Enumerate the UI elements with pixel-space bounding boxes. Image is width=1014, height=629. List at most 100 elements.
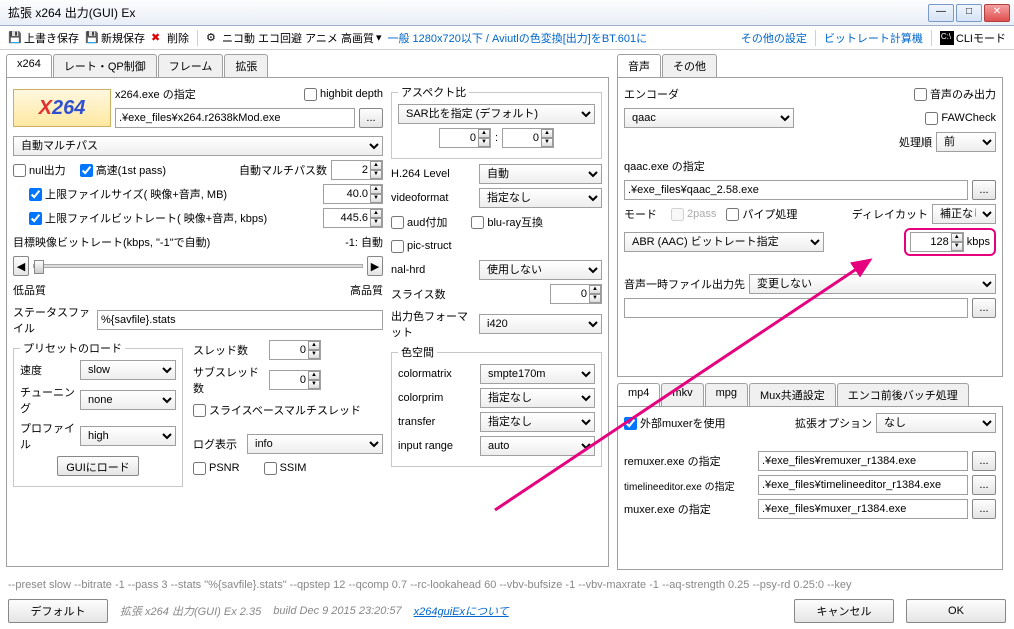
tab-frame[interactable]: フレーム [158, 54, 224, 77]
limit-bitrate-checkbox[interactable]: 上限ファイルビットレート( 映像+音声, kbps) [29, 210, 267, 226]
slider-right-button[interactable]: ▶ [367, 256, 383, 276]
other-settings-link[interactable]: その他の設定 [741, 30, 807, 46]
tab-audio[interactable]: 音声 [617, 54, 661, 77]
ext-muxer-checkbox[interactable]: 外部muxerを使用 [624, 415, 726, 431]
output-color-label: 出力色フォーマット [391, 308, 475, 340]
ok-button[interactable]: OK [906, 599, 1006, 623]
muxer-browse[interactable]: ... [972, 499, 996, 519]
speed-select[interactable]: slow [80, 360, 176, 380]
x264-exe-browse[interactable]: ... [359, 108, 383, 128]
remuxer-browse[interactable]: ... [972, 451, 996, 471]
maximize-button[interactable]: □ [956, 4, 982, 22]
muxer-path[interactable] [758, 499, 968, 519]
colorspace-group-label: 色空間 [398, 344, 437, 360]
x264-exe-path[interactable] [115, 108, 355, 128]
transfer-label: transfer [398, 416, 476, 428]
bitrate-calc-link[interactable]: ビットレート計算機 [824, 30, 923, 46]
h264-level-select[interactable]: 自動 [479, 164, 602, 184]
colormatrix-select[interactable]: smpte170m [480, 364, 595, 384]
nalhrd-select[interactable]: 使用しない [479, 260, 602, 280]
profile-label: プロファイル [20, 420, 76, 452]
bluray-checkbox[interactable]: blu-ray互換 [471, 214, 543, 230]
stats-file-input[interactable] [97, 310, 383, 330]
spin-down-icon[interactable]: ▼ [370, 170, 382, 179]
log-select[interactable]: info [247, 434, 383, 454]
tab-rate-qp[interactable]: レート・QP制御 [53, 54, 157, 77]
aspect-mode-select[interactable]: SAR比を指定 (デフォルト) [398, 104, 595, 124]
cli-mode-button[interactable]: C:\CLIモード [940, 30, 1006, 46]
save-new-button[interactable]: 💾新規保存 [85, 30, 145, 46]
limit-filesize-checkbox[interactable]: 上限ファイルサイズ( 映像+音声, MB) [29, 186, 227, 202]
audio-mode-select[interactable]: ABR (AAC) ビットレート指定 [624, 232, 824, 252]
titlebar: 拡張 x264 出力(GUI) Ex — □ ✕ [0, 0, 1014, 26]
tleditor-path[interactable] [758, 475, 968, 495]
ext-opt-select[interactable]: なし [876, 413, 996, 433]
delay-select[interactable]: 補正なし [932, 204, 996, 224]
tab-mkv[interactable]: mkv [661, 383, 703, 406]
order-select[interactable]: 前 [936, 132, 996, 152]
profile-select[interactable]: high [80, 426, 176, 446]
default-button[interactable]: デフォルト [8, 599, 108, 623]
stats-file-label: ステータスファイル [13, 304, 93, 336]
tuning-select[interactable]: none [80, 390, 176, 410]
input-range-label: input range [398, 440, 476, 452]
encoder-select[interactable]: qaac [624, 108, 794, 128]
multipass-num-label: 自動マルチパス数 [239, 162, 327, 178]
tab-x264[interactable]: x264 [6, 54, 52, 77]
psnr-checkbox[interactable]: PSNR [193, 462, 240, 475]
fast-1stpass-checkbox[interactable]: 高速(1st pass) [80, 162, 166, 178]
videoformat-label: videoformat [391, 192, 475, 204]
remuxer-label: remuxer.exe の指定 [624, 453, 754, 469]
tab-ext[interactable]: 拡張 [224, 54, 268, 77]
qaac-exe-browse[interactable]: ... [972, 180, 996, 200]
status-line: --preset slow --bitrate -1 --pass 3 --st… [8, 579, 1006, 591]
cancel-button[interactable]: キャンセル [794, 599, 894, 623]
tempfile-path[interactable] [624, 298, 968, 318]
remuxer-path[interactable] [758, 451, 968, 471]
pipe-checkbox[interactable]: パイプ処理 [726, 206, 797, 222]
tab-mpg[interactable]: mpg [705, 383, 748, 406]
twopass-checkbox[interactable]: 2pass [671, 208, 716, 221]
order-label: 処理順 [899, 134, 932, 150]
toolbar: 💾上書き保存 💾新規保存 ✖削除 ⚙ニコ動 エコ回避 アニメ 高画質▾ 一般 1… [0, 26, 1014, 50]
tab-batch[interactable]: エンコ前後バッチ処理 [837, 383, 969, 406]
highbit-checkbox[interactable]: highbit depth [304, 88, 383, 101]
picstruct-checkbox[interactable]: pic-struct [391, 240, 452, 253]
gui-load-button[interactable]: GUIにロード [57, 456, 139, 476]
transfer-select[interactable]: 指定なし [480, 412, 595, 432]
tab-mp4[interactable]: mp4 [617, 383, 660, 406]
spin-up-icon[interactable]: ▲ [370, 161, 382, 170]
nico-preset[interactable]: ⚙ニコ動 エコ回避 アニメ 高画質▾ [206, 30, 381, 46]
ssim-checkbox[interactable]: SSIM [264, 462, 307, 475]
multipass-select[interactable]: 自動マルチパス [13, 136, 383, 156]
mode-label: モード [624, 206, 657, 222]
close-button[interactable]: ✕ [984, 4, 1010, 22]
nul-out-checkbox[interactable]: nul出力 [13, 162, 66, 178]
slider-left-button[interactable]: ◀ [13, 256, 29, 276]
general-preset[interactable]: 一般 1280x720以下 / Aviutlの色変換[出力]をBT.601に [387, 30, 647, 46]
save-overwrite-button[interactable]: 💾上書き保存 [8, 30, 79, 46]
videoformat-select[interactable]: 指定なし [479, 188, 602, 208]
fawcheck-checkbox[interactable]: FAWCheck [925, 112, 996, 125]
quality-slider[interactable] [33, 264, 363, 268]
tempfile-browse[interactable]: ... [972, 298, 996, 318]
minimize-button[interactable]: — [928, 4, 954, 22]
qaac-exe-path[interactable] [624, 180, 968, 200]
threads-label: スレッド数 [193, 342, 265, 358]
tab-other[interactable]: その他 [662, 54, 717, 77]
output-color-select[interactable]: i420 [479, 314, 602, 334]
aud-checkbox[interactable]: aud付加 [391, 214, 447, 230]
audio-only-checkbox[interactable]: 音声のみ出力 [914, 86, 996, 102]
save-icon: 💾 [8, 31, 22, 45]
slice-mt-checkbox[interactable]: スライスベースマルチスレッド [193, 402, 361, 418]
build-text: build Dec 9 2015 23:20:57 [273, 605, 401, 617]
input-range-select[interactable]: auto [480, 436, 595, 456]
tab-mux-common[interactable]: Mux共通設定 [749, 383, 836, 406]
tleditor-browse[interactable]: ... [972, 475, 996, 495]
delete-button[interactable]: ✖削除 [151, 30, 189, 46]
ext-opt-label: 拡張オプション [795, 415, 872, 431]
tempfile-select[interactable]: 変更しない [749, 274, 996, 294]
colorprim-select[interactable]: 指定なし [480, 388, 595, 408]
about-link[interactable]: x264guiExについて [414, 603, 509, 619]
subthreads-label: サブスレッド数 [193, 364, 265, 396]
